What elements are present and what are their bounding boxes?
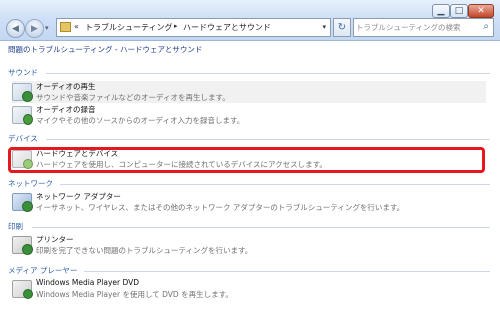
- minimize-icon: ▁: [437, 5, 445, 16]
- folder-icon: [60, 22, 71, 32]
- search-box[interactable]: ⌕: [353, 18, 494, 37]
- page-title: 問題のトラブルシューティング - ハードウェアとサウンド: [8, 45, 203, 54]
- breadcrumb-troubleshooting[interactable]: トラブルシューティング: [85, 22, 173, 33]
- item-title: オーディオの再生: [36, 82, 96, 91]
- item-description: マイクやその他のソースからのオーディオ入力を録音します。: [36, 116, 245, 125]
- forward-button[interactable]: ▶: [25, 19, 44, 38]
- address-dropdown-icon[interactable]: ▾: [322, 23, 326, 31]
- minimize-button[interactable]: ▁: [432, 4, 450, 18]
- section-divider: [84, 271, 490, 272]
- item-title: プリンター: [36, 235, 74, 244]
- breadcrumb-hardware-sound[interactable]: ハードウェアとサウンド: [183, 22, 271, 33]
- item-title: オーディオの録音: [36, 105, 96, 114]
- section-heading-sound: サウンド: [8, 68, 38, 77]
- troubleshooting-window: ▁ □ ✕ ◀ ▶ ▾ « トラブルシューティング ▸ ハードウェアとサウンド …: [0, 0, 500, 313]
- item-title: ネットワーク アダプター: [36, 192, 121, 201]
- item-description: サウンドや音楽ファイルなどのオーディオを再生します。: [36, 93, 230, 102]
- close-icon: ✕: [477, 5, 485, 16]
- address-overflow-chevron[interactable]: «: [74, 22, 79, 31]
- troubleshooter-windows-media-player-dvd[interactable]: Windows Media Player DVD Windows Media P…: [12, 278, 486, 300]
- network-adapter-icon: [12, 193, 33, 212]
- troubleshooter-printer[interactable]: プリンター 印刷を完了できない問題のトラブルシューティングを行います。: [12, 234, 486, 256]
- item-description: イーサネット、ワイヤレス、またはその他のネットワーク アダプターのトラブルシュー…: [36, 203, 405, 212]
- maximize-button[interactable]: □: [450, 4, 468, 18]
- search-input[interactable]: [356, 20, 474, 35]
- troubleshooter-audio-playback[interactable]: オーディオの再生 サウンドや音楽ファイルなどのオーディオを再生します。: [12, 81, 486, 103]
- section-heading-devices: デバイス: [8, 134, 38, 143]
- section-divider: [32, 227, 490, 228]
- search-icon[interactable]: ⌕: [483, 21, 489, 32]
- section-heading-printing: 印刷: [8, 222, 23, 231]
- highlight-box: [8, 147, 485, 173]
- title-bar: ▁ □ ✕ ◀ ▶ ▾ « トラブルシューティング ▸ ハードウェアとサウンド …: [0, 0, 500, 41]
- section-divider: [46, 139, 490, 140]
- audio-playback-icon: [12, 83, 33, 102]
- audio-recording-icon: [12, 106, 33, 125]
- item-description: 印刷を完了できない問題のトラブルシューティングを行います。: [36, 246, 253, 255]
- address-bar[interactable]: « トラブルシューティング ▸ ハードウェアとサウンド ▾: [56, 18, 331, 37]
- troubleshooter-network-adapter[interactable]: ネットワーク アダプター イーサネット、ワイヤレス、またはその他のネットワーク …: [12, 191, 486, 213]
- section-divider: [46, 73, 490, 74]
- recent-pages-dropdown[interactable]: ▾: [45, 24, 49, 32]
- item-description: Windows Media Player を使用して DVD を再生します。: [36, 290, 233, 299]
- section-heading-network: ネットワーク: [8, 179, 53, 188]
- printer-icon: [12, 236, 33, 255]
- windows-media-player-dvd-icon: [12, 280, 33, 299]
- item-title: Windows Media Player DVD: [36, 278, 140, 287]
- breadcrumb-separator-icon[interactable]: ▸: [174, 22, 178, 30]
- troubleshooter-audio-recording[interactable]: オーディオの録音 マイクやその他のソースからのオーディオ入力を録音します。: [12, 104, 486, 126]
- refresh-button[interactable]: ↻: [333, 18, 351, 37]
- main-content: 問題のトラブルシューティング - ハードウェアとサウンド サウンド オーディオの…: [0, 41, 500, 313]
- back-arrow-icon: ◀: [12, 23, 19, 34]
- maximize-icon: □: [454, 5, 464, 16]
- forward-arrow-icon: ▶: [31, 23, 38, 34]
- section-heading-media-player: メディア プレーヤー: [8, 266, 78, 275]
- section-divider: [60, 184, 490, 185]
- refresh-icon: ↻: [337, 22, 347, 33]
- close-button[interactable]: ✕: [468, 4, 494, 18]
- back-button[interactable]: ◀: [6, 19, 25, 38]
